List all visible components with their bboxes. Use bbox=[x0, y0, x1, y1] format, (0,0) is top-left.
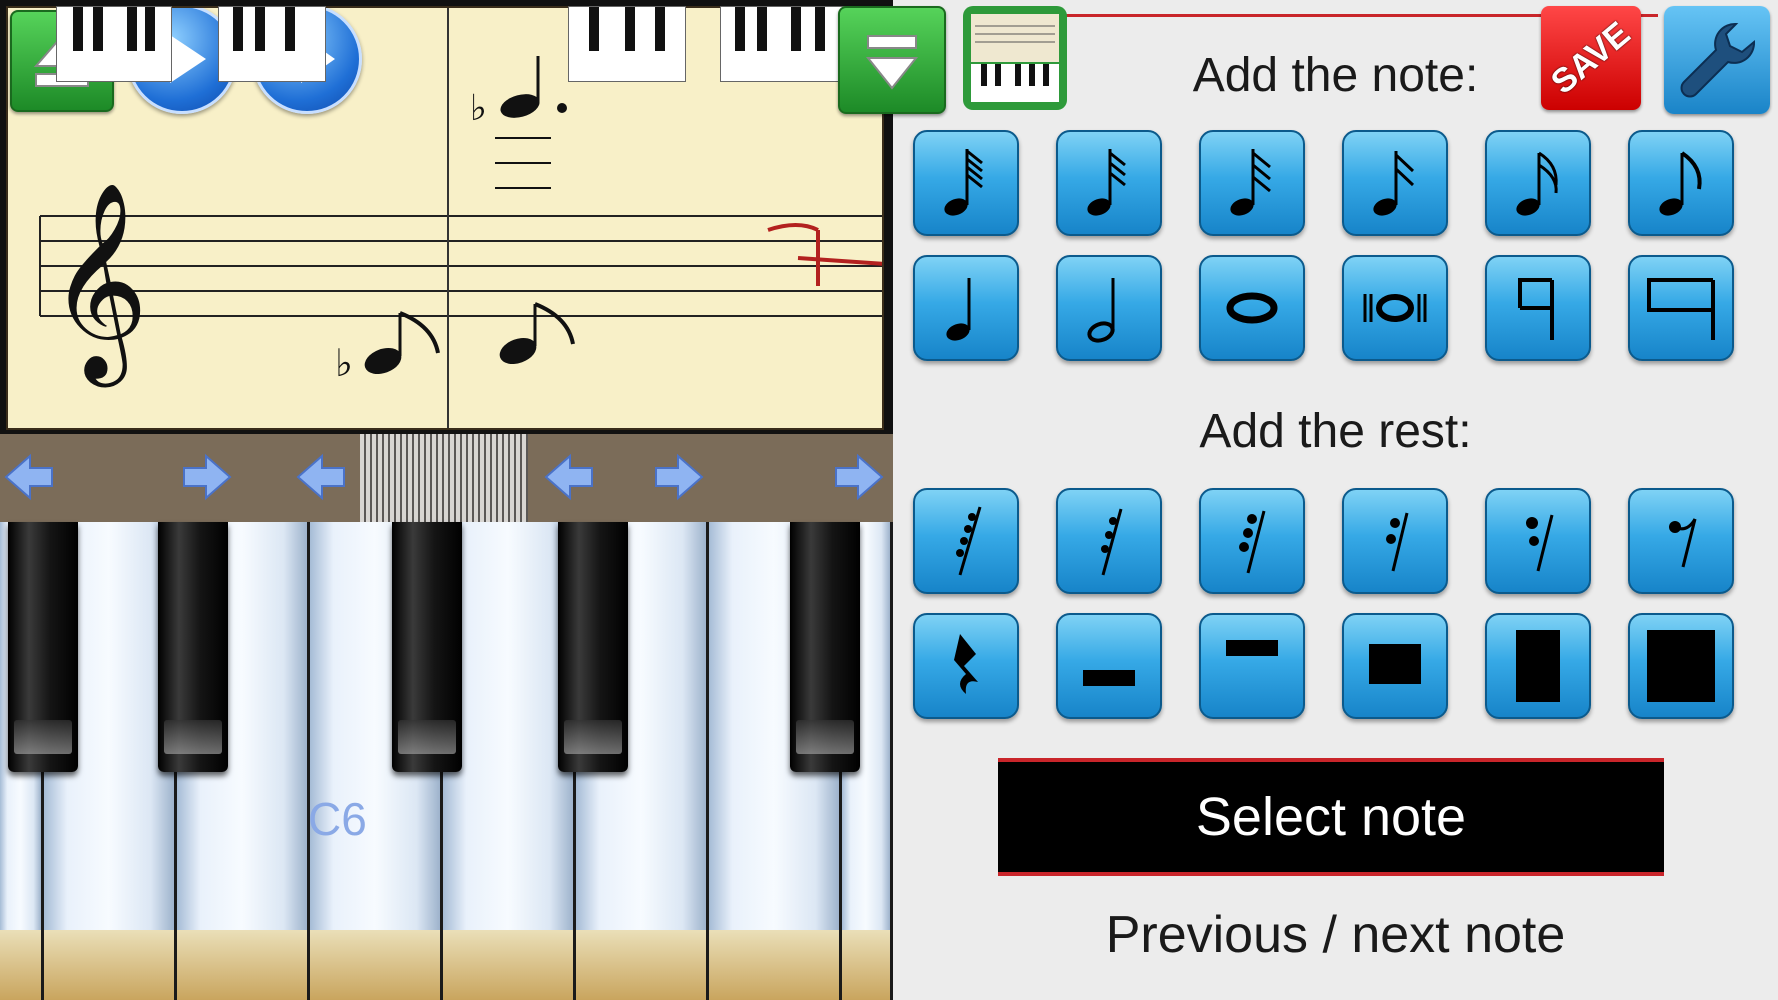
thirty-second-rest-button[interactable] bbox=[1056, 488, 1162, 594]
black-key[interactable] bbox=[558, 522, 628, 772]
quarter-note-button[interactable] bbox=[913, 255, 1019, 361]
mini-keys-current[interactable] bbox=[360, 434, 528, 522]
arrow-left-icon[interactable] bbox=[294, 450, 348, 504]
arrow-left-icon[interactable] bbox=[2, 450, 56, 504]
save-label: SAVE bbox=[1543, 14, 1638, 102]
arrow-left-icon[interactable] bbox=[542, 450, 596, 504]
sixteenth-rest-alt-button[interactable] bbox=[1342, 488, 1448, 594]
piano-keyboard bbox=[0, 522, 893, 1000]
quarter-rest-button[interactable] bbox=[913, 613, 1019, 719]
eighth-note-button[interactable] bbox=[1485, 130, 1591, 236]
previous-next-note-button[interactable]: Previous / next note bbox=[893, 905, 1778, 965]
half-rest-icon bbox=[1083, 670, 1135, 686]
arrow-right-icon[interactable] bbox=[832, 450, 886, 504]
sixty-fourth-note-button[interactable] bbox=[913, 130, 1019, 236]
half-note-icon bbox=[1087, 278, 1115, 343]
sixteenth-note-icon bbox=[1230, 149, 1271, 216]
arrow-right-icon[interactable] bbox=[652, 450, 706, 504]
maxima-rest-icon bbox=[1647, 630, 1715, 702]
black-key[interactable] bbox=[392, 522, 462, 772]
svg-text:♭: ♭ bbox=[335, 341, 353, 385]
whole-note-icon bbox=[1226, 292, 1278, 324]
double-whole-note-button[interactable] bbox=[1342, 255, 1448, 361]
rests-heading: Add the rest: bbox=[1199, 405, 1472, 458]
red-rest-marker bbox=[767, 223, 882, 286]
sixty-fourth-rest-icon bbox=[956, 506, 982, 576]
notes-heading: Add the note: bbox=[1192, 49, 1479, 102]
collapse-down-icon bbox=[865, 35, 919, 90]
maxima-rest-button[interactable] bbox=[1628, 613, 1734, 719]
mini-keys-3[interactable] bbox=[568, 6, 686, 82]
whole-note-button[interactable] bbox=[1199, 255, 1305, 361]
long-rest-icon bbox=[1516, 630, 1560, 702]
double-measure-rest-icon bbox=[1647, 278, 1715, 340]
sixteenth-note-button[interactable] bbox=[1199, 130, 1305, 236]
svg-text:♭: ♭ bbox=[470, 88, 487, 129]
white-key[interactable] bbox=[443, 522, 576, 1000]
quarter-note-icon bbox=[946, 278, 971, 341]
sixteenth-rest-icon bbox=[1386, 512, 1409, 572]
flat-eighth-note: ♭ bbox=[335, 311, 440, 385]
eighth-note-icon bbox=[1516, 151, 1558, 216]
select-note-button[interactable]: Select note bbox=[998, 758, 1664, 876]
collapse-down-button[interactable] bbox=[838, 6, 946, 114]
half-rest-button[interactable] bbox=[1056, 613, 1162, 719]
eighth-rest-icon bbox=[1669, 518, 1697, 568]
save-button[interactable]: SAVE bbox=[1541, 6, 1641, 110]
whole-rest-button[interactable] bbox=[1199, 613, 1305, 719]
sixty-fourth-note-icon bbox=[944, 149, 983, 216]
sixteenth-rest-icon bbox=[1239, 510, 1266, 574]
half-note-button[interactable] bbox=[1056, 255, 1162, 361]
black-key[interactable] bbox=[8, 522, 78, 772]
eighth-note bbox=[499, 302, 575, 365]
sixteenth-rest-button[interactable] bbox=[1199, 488, 1305, 594]
double-whole-rest-icon bbox=[1369, 644, 1421, 684]
eighth-note-icon bbox=[1659, 151, 1702, 216]
settings-button[interactable] bbox=[1664, 6, 1770, 114]
arrow-right-icon[interactable] bbox=[180, 450, 234, 504]
sixteenth-note-alt-button[interactable] bbox=[1342, 130, 1448, 236]
mini-keys-2[interactable] bbox=[218, 6, 326, 82]
left-pane: 𝄞 ♭ ♭ C6 bbox=[0, 0, 946, 1000]
black-key[interactable] bbox=[790, 522, 860, 772]
black-key[interactable] bbox=[158, 522, 228, 772]
sixty-fourth-rest-button[interactable] bbox=[913, 488, 1019, 594]
eighth-rest-button[interactable] bbox=[1485, 488, 1591, 594]
eighth-rest-icon bbox=[1526, 514, 1554, 572]
mini-keys-4[interactable] bbox=[720, 6, 846, 82]
thirty-second-note-button[interactable] bbox=[1056, 130, 1162, 236]
note-panel: Add the note: SAVE Add the rest: Select … bbox=[893, 0, 1778, 1000]
eighth-rest-single-button[interactable] bbox=[1628, 488, 1734, 594]
double-measure-rest-button[interactable] bbox=[1628, 255, 1734, 361]
measure-rest-button[interactable] bbox=[1485, 255, 1591, 361]
quarter-rest-icon bbox=[954, 634, 978, 694]
sixteenth-note-icon bbox=[1373, 151, 1415, 216]
double-whole-rest-button[interactable] bbox=[1342, 613, 1448, 719]
long-rest-button[interactable] bbox=[1485, 613, 1591, 719]
thirty-second-rest-icon bbox=[1101, 508, 1123, 576]
measure-rest-icon bbox=[1518, 278, 1554, 340]
flat-dotted-quarter-note: ♭ bbox=[470, 56, 567, 189]
double-whole-note-icon bbox=[1363, 294, 1427, 322]
wrench-icon bbox=[1680, 22, 1756, 98]
key-label-c6: C6 bbox=[308, 793, 367, 845]
thirty-second-note-icon bbox=[1087, 149, 1126, 216]
treble-clef-icon: 𝄞 bbox=[48, 181, 148, 387]
eighth-note-single-button[interactable] bbox=[1628, 130, 1734, 236]
mini-keys-1[interactable] bbox=[56, 6, 172, 82]
whole-rest-icon bbox=[1226, 640, 1278, 656]
